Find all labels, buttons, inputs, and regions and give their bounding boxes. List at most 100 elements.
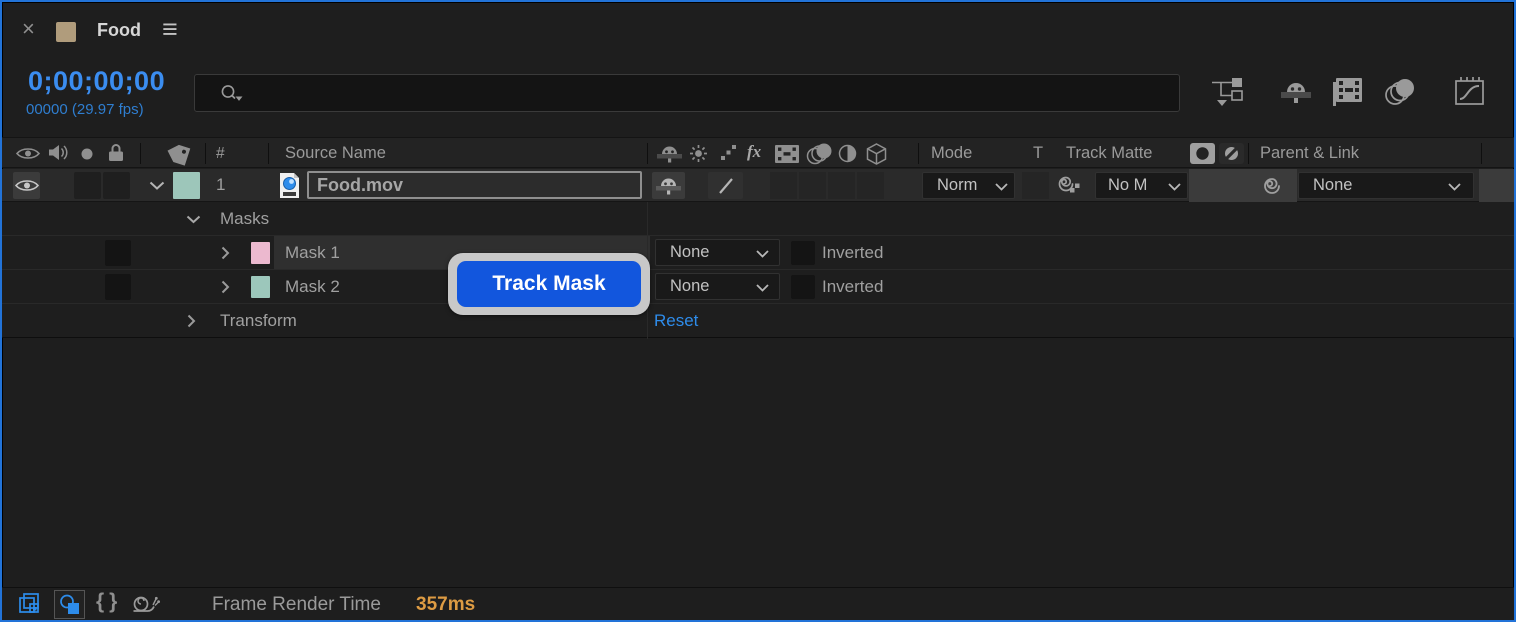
mask-1-mode-value: None bbox=[670, 243, 710, 261]
mask-2-expander chevron-right-icon[interactable] bbox=[221, 280, 230, 294]
search-input[interactable] bbox=[251, 75, 1161, 111]
layer-motion-blur-toggle[interactable] bbox=[828, 172, 855, 199]
mask-2-row[interactable]: Mask 2 None Inverted bbox=[2, 270, 1514, 304]
track-matte-dropdown[interactable]: No M bbox=[1095, 172, 1188, 199]
3d-layer-column-icon bbox=[866, 143, 887, 165]
label-column-icon bbox=[167, 144, 191, 166]
frame-info: 00000 (29.97 fps) bbox=[26, 101, 144, 118]
transform-expander chevron-right-icon[interactable] bbox=[187, 314, 196, 328]
column-mode[interactable]: Mode bbox=[931, 144, 972, 163]
transfer-controls-pane-toggle[interactable] bbox=[54, 590, 85, 619]
alpha-inverted-matte-icon bbox=[1219, 143, 1244, 164]
transform-group-row[interactable]: Transform Reset bbox=[2, 304, 1514, 338]
header-divider bbox=[647, 143, 648, 164]
frame-render-time-label: Frame Render Time bbox=[212, 594, 381, 615]
lock-column-icon bbox=[109, 144, 123, 161]
layer-effects-toggle[interactable] bbox=[770, 172, 797, 199]
mask-2-inverted-checkbox[interactable] bbox=[791, 275, 815, 299]
mask-2-video-toggle[interactable] bbox=[105, 274, 131, 300]
masks-expander chevron-down-icon[interactable] bbox=[186, 215, 201, 224]
frame-blend-column-icon bbox=[775, 145, 799, 163]
mask-1-color-swatch[interactable] bbox=[251, 242, 270, 264]
current-timecode[interactable]: 0;00;00;00 bbox=[28, 66, 165, 97]
column-source-name[interactable]: Source Name bbox=[285, 144, 386, 163]
chevron-down-icon bbox=[756, 284, 769, 292]
video-column-icon bbox=[15, 148, 41, 159]
mask-1-inverted-label: Inverted bbox=[822, 243, 884, 262]
layer-audio-toggle[interactable] bbox=[74, 172, 101, 199]
track-mask-button-halo: Track Mask bbox=[448, 253, 650, 315]
masks-group-row[interactable]: Masks bbox=[2, 202, 1514, 236]
mask-1-expander chevron-right-icon[interactable] bbox=[221, 246, 230, 260]
layer-visibility-toggle[interactable] bbox=[13, 172, 40, 199]
panel-title[interactable]: Food bbox=[97, 20, 141, 41]
frame-render-time-value: 357ms bbox=[416, 594, 476, 615]
masks-group-label[interactable]: Masks bbox=[220, 209, 269, 229]
hide-shy-layers-icon[interactable] bbox=[1280, 80, 1312, 104]
blend-mode-dropdown[interactable]: Norm bbox=[922, 172, 1015, 199]
layer-switches-pane-toggle stacked-squares-icon[interactable] bbox=[18, 591, 46, 619]
frame-blending-icon[interactable] bbox=[1332, 77, 1364, 107]
comp-label-swatch[interactable] bbox=[56, 22, 76, 42]
solo-column-icon bbox=[81, 148, 93, 160]
mask-2-inverted-label: Inverted bbox=[822, 277, 884, 296]
layer-color-swatch[interactable] bbox=[173, 172, 200, 199]
shy-column-icon bbox=[657, 146, 682, 163]
transform-label[interactable]: Transform bbox=[220, 311, 297, 331]
header-divider bbox=[1481, 143, 1482, 164]
parent-pick-whip-icon[interactable] bbox=[1261, 175, 1283, 197]
adjustment-layer-column-icon bbox=[838, 144, 857, 163]
layer-row[interactable]: 1 Food.mov Norm No M None bbox=[2, 169, 1514, 202]
header-divider bbox=[140, 143, 141, 164]
comp-mini-flowchart-icon[interactable] bbox=[1210, 76, 1246, 108]
mask-1-inverted-checkbox[interactable] bbox=[791, 241, 815, 265]
track-mask-button[interactable]: Track Mask bbox=[457, 261, 641, 307]
layer-solo-toggle[interactable] bbox=[103, 172, 130, 199]
blend-mode-value: Norm bbox=[937, 176, 978, 194]
mask-1-mode-dropdown[interactable]: None bbox=[655, 239, 780, 266]
transform-reset-link[interactable]: Reset bbox=[654, 311, 698, 331]
parent-dropdown[interactable]: None bbox=[1298, 172, 1474, 199]
eye-icon bbox=[14, 180, 39, 191]
mask-2-mode-value: None bbox=[670, 277, 710, 295]
layer-source-name-field[interactable]: Food.mov bbox=[307, 171, 642, 199]
panel-menu-icon[interactable]: ≡ bbox=[162, 14, 178, 45]
chevron-down-icon bbox=[1168, 183, 1181, 191]
layer-quality-toggle[interactable] bbox=[708, 172, 743, 199]
chevron-down-icon bbox=[756, 250, 769, 258]
track-matte-pick-whip-icon[interactable] bbox=[1056, 174, 1080, 198]
motion-blur-icon[interactable] bbox=[1384, 78, 1418, 106]
shy-icon bbox=[656, 178, 681, 194]
column-parent-link[interactable]: Parent & Link bbox=[1260, 144, 1359, 163]
timeline-panel: × Food ≡ 0;00;00;00 00000 (29.97 fps) # … bbox=[0, 0, 1516, 622]
effects-column-icon: fx bbox=[747, 142, 762, 161]
mask-2-color-swatch[interactable] bbox=[251, 276, 270, 298]
mask-1-video-toggle[interactable] bbox=[105, 240, 131, 266]
in-out-duration-pane-toggle braces-icon[interactable]: {} bbox=[96, 590, 122, 614]
row-end-cell bbox=[1479, 169, 1514, 202]
graph-editor-icon[interactable] bbox=[1452, 76, 1486, 106]
preserve-transparency-toggle[interactable] bbox=[1022, 172, 1049, 199]
search-box[interactable] bbox=[194, 74, 1180, 112]
layer-frame-blend-toggle[interactable] bbox=[799, 172, 826, 199]
mask-1-label[interactable]: Mask 1 bbox=[285, 243, 340, 263]
column-preserve-transparency: T bbox=[1033, 144, 1044, 162]
mask-2-mode-dropdown[interactable]: None bbox=[655, 273, 780, 300]
panel-tab-bar: × Food ≡ bbox=[2, 2, 1514, 60]
layer-number: 1 bbox=[216, 175, 226, 194]
status-bar: {} Frame Render Time 357ms bbox=[2, 587, 1514, 620]
header-divider bbox=[1248, 143, 1249, 164]
alpha-matte-icon bbox=[1190, 143, 1215, 164]
close-icon[interactable]: × bbox=[22, 16, 35, 42]
circle-square-icon bbox=[59, 594, 79, 614]
parent-pick-whip-cell bbox=[1189, 169, 1297, 202]
column-track-matte[interactable]: Track Matte bbox=[1066, 144, 1153, 163]
header-divider bbox=[268, 143, 269, 164]
mask-2-label[interactable]: Mask 2 bbox=[285, 277, 340, 297]
render-time-pane-toggle snail-icon[interactable] bbox=[130, 593, 160, 615]
layer-expander chevron-down-icon[interactable] bbox=[149, 181, 165, 190]
quality-slash-icon bbox=[718, 177, 733, 194]
layer-3d-toggle[interactable] bbox=[857, 172, 884, 199]
layer-shy-toggle[interactable] bbox=[652, 172, 685, 199]
mask-1-row[interactable]: Mask 1 None Inverted bbox=[2, 236, 1514, 270]
